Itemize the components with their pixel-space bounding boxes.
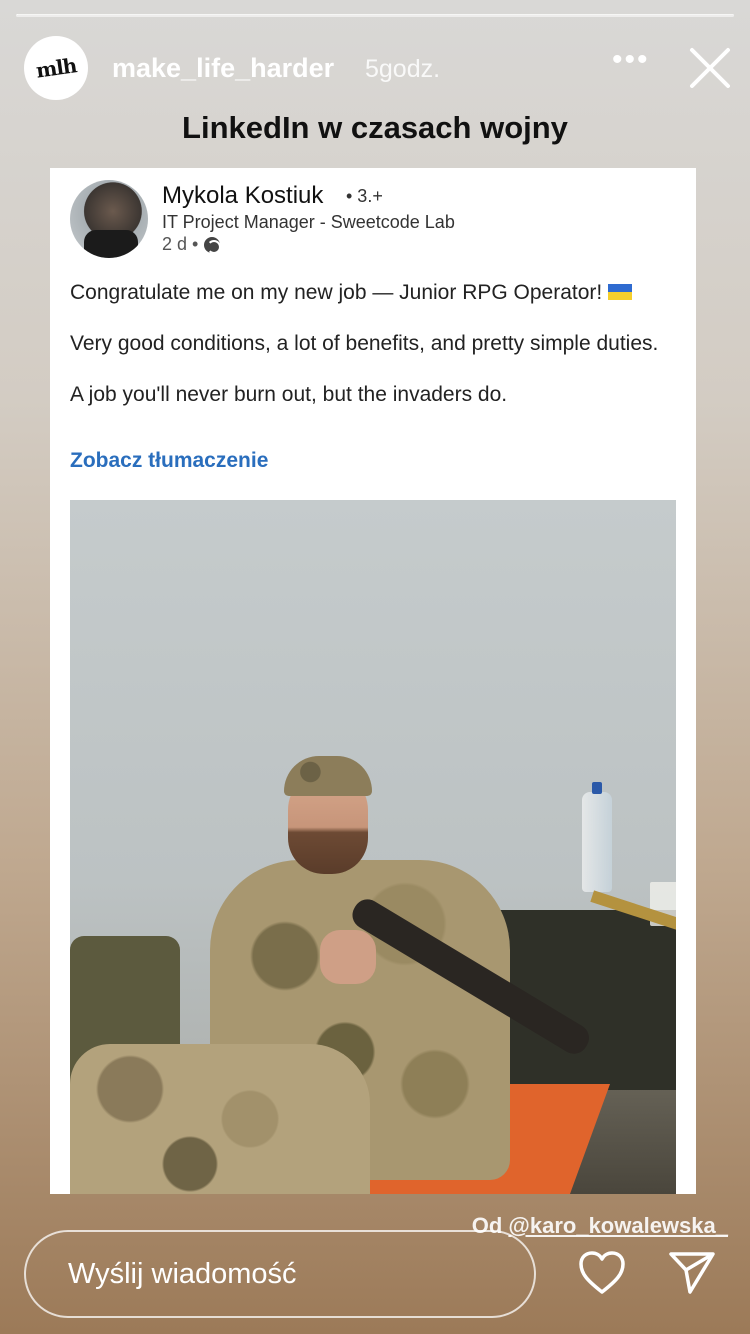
- post-meta: 2 d •: [162, 234, 222, 255]
- post-photo[interactable]: [70, 500, 676, 1194]
- attribution-handle[interactable]: @karo_kowalewska_: [508, 1213, 728, 1238]
- post-paragraph: Very good conditions, a lot of benefits,…: [70, 332, 659, 355]
- ukraine-flag-icon: [608, 284, 633, 300]
- author-name[interactable]: Mykola Kostiuk: [162, 182, 323, 210]
- story-title: LinkedIn w czasach wojny: [182, 110, 568, 145]
- message-placeholder: Wyślij wiadomość: [68, 1257, 297, 1290]
- globe-icon: [204, 236, 222, 254]
- linkedin-post-card: Mykola Kostiuk • 3.+ IT Project Manager …: [50, 168, 696, 1194]
- account-username[interactable]: make_life_harder: [112, 53, 334, 84]
- author-avatar[interactable]: [70, 180, 148, 258]
- story-timestamp: 5godz.: [365, 55, 441, 83]
- send-message-input[interactable]: Wyślij wiadomość: [24, 1230, 536, 1318]
- see-translation-link[interactable]: Zobacz tłumaczenie: [70, 449, 268, 473]
- send-icon[interactable]: [668, 1250, 716, 1296]
- avatar-logo: mlh: [34, 53, 78, 83]
- author-headline: IT Project Manager - Sweetcode Lab: [162, 212, 455, 232]
- close-icon[interactable]: [688, 46, 732, 90]
- post-age: 2 d •: [162, 234, 199, 254]
- more-dots-icon[interactable]: •••: [612, 45, 648, 86]
- story-progress-segment: [16, 14, 734, 17]
- post-paragraph: Congratulate me on my new job — Junior R…: [70, 280, 680, 305]
- post-body: Congratulate me on my new job — Junior R…: [70, 280, 680, 433]
- connection-degree: • 3.+: [346, 186, 383, 206]
- heart-icon[interactable]: [578, 1250, 626, 1296]
- story-progress-bar: [16, 14, 734, 18]
- post-paragraph: A job you'll never burn out, but the inv…: [70, 383, 508, 406]
- account-avatar[interactable]: mlh: [24, 36, 88, 100]
